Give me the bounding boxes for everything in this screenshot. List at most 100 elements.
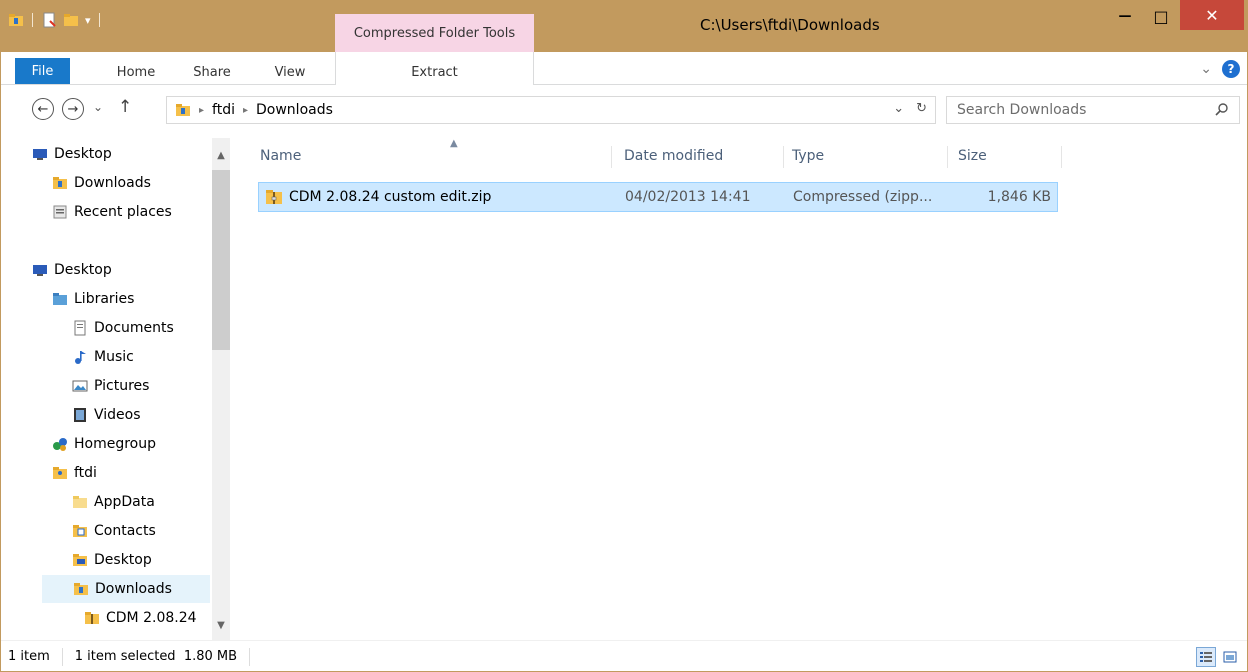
address-controls: ⌄ ↻ xyxy=(893,101,927,116)
libraries-icon xyxy=(53,293,67,305)
sidebar-item-music[interactable]: Music xyxy=(72,343,134,371)
details-view-icon xyxy=(1200,652,1212,662)
sidebar-item-contacts[interactable]: Contacts xyxy=(72,517,156,545)
column-divider[interactable] xyxy=(611,146,612,168)
refresh-icon[interactable]: ↻ xyxy=(916,101,927,116)
column-header-label: Size xyxy=(958,148,987,164)
sidebar-item-cdm-2-08-24[interactable]: CDM 2.08.24 xyxy=(84,604,197,632)
pictures-icon xyxy=(72,380,88,392)
downloads-folder-icon xyxy=(74,583,88,595)
scroll-thumb[interactable] xyxy=(212,170,230,350)
sidebar-item-desktop[interactable]: Desktop xyxy=(32,256,112,284)
column-header-size[interactable]: Size xyxy=(958,138,1062,174)
breadcrumb-separator[interactable]: ▸ xyxy=(243,105,248,116)
sidebar-item-label: ftdi xyxy=(74,465,97,481)
sidebar-item-videos[interactable]: Videos xyxy=(72,401,141,429)
downloads-folder-icon xyxy=(53,177,67,189)
breadcrumb-downloads[interactable]: Downloads xyxy=(256,102,333,118)
breadcrumb-ftdi[interactable]: ftdi xyxy=(212,102,235,118)
videos-icon xyxy=(74,408,86,422)
sidebar-item-homegroup[interactable]: Homegroup xyxy=(52,430,156,458)
address-bar[interactable]: ▸ ftdi ▸ Downloads ⌄ ↻ xyxy=(166,96,936,124)
tab-file[interactable]: File xyxy=(15,58,70,84)
column-header-date-modified[interactable]: Date modified xyxy=(624,138,784,174)
column-divider[interactable] xyxy=(947,146,948,168)
status-divider xyxy=(61,647,63,666)
close-icon: ✕ xyxy=(1205,5,1219,25)
column-header-label: Date modified xyxy=(624,148,724,164)
maximize-button[interactable]: □ xyxy=(1144,0,1178,32)
sidebar-item-downloads[interactable]: Downloads xyxy=(52,169,151,197)
sidebar-item-label: Videos xyxy=(94,407,141,423)
navigation-bar: ← → ⌄ ↑ ▸ ftdi ▸ Downloads ⌄ ↻ Search Do… xyxy=(0,86,1248,136)
zip-file-icon xyxy=(266,190,282,204)
sidebar-item-ftdi[interactable]: ftdi xyxy=(52,459,97,487)
sidebar-item-desktop[interactable]: Desktop xyxy=(72,546,152,574)
homegroup-icon xyxy=(53,438,67,451)
properties-icon[interactable] xyxy=(41,12,57,28)
address-dropdown-icon[interactable]: ⌄ xyxy=(893,101,904,116)
new-folder-icon[interactable] xyxy=(63,12,79,28)
title-bar: ▾ Compressed Folder Tools C:\Users\ftdi\… xyxy=(0,0,1248,52)
forward-button[interactable]: → xyxy=(62,98,84,120)
sidebar-item-desktop[interactable]: Desktop xyxy=(32,140,112,168)
recent-locations-icon[interactable]: ⌄ xyxy=(93,100,103,114)
folder-icon[interactable] xyxy=(8,12,24,28)
file-name: CDM 2.08.24 custom edit.zip xyxy=(289,189,492,205)
view-switcher xyxy=(1196,647,1240,667)
tab-view[interactable]: View xyxy=(262,60,318,84)
quick-access-toolbar: ▾ xyxy=(8,8,102,32)
column-header-type[interactable]: Type xyxy=(792,138,948,174)
breadcrumb-separator[interactable]: ▸ xyxy=(199,105,204,116)
sidebar-item-label: CDM 2.08.24 xyxy=(106,610,197,626)
up-button[interactable]: ↑ xyxy=(118,97,132,117)
scroll-up-icon[interactable]: ▲ xyxy=(212,146,230,164)
contacts-folder-icon xyxy=(73,525,87,537)
sidebar-item-label: Libraries xyxy=(74,291,135,307)
column-divider[interactable] xyxy=(783,146,784,168)
details-view-button[interactable] xyxy=(1196,647,1216,667)
scroll-down-icon[interactable]: ▼ xyxy=(212,616,230,634)
search-input[interactable]: Search Downloads xyxy=(946,96,1240,124)
sidebar-item-label: Desktop xyxy=(54,146,112,162)
minimize-button[interactable]: — xyxy=(1110,0,1140,32)
zip-folder-icon xyxy=(85,612,99,624)
sidebar-item-label: Homegroup xyxy=(74,436,157,452)
column-divider[interactable] xyxy=(1061,146,1062,168)
sidebar-item-label: Downloads xyxy=(74,175,151,191)
toolbar-separator xyxy=(98,13,100,27)
status-selection: 1 item selected 1.80 MB xyxy=(74,649,238,664)
tab-share[interactable]: Share xyxy=(184,60,240,84)
close-button[interactable]: ✕ xyxy=(1180,0,1244,30)
help-icon[interactable]: ? xyxy=(1222,60,1240,78)
sidebar-item-label: Downloads xyxy=(95,581,172,597)
file-row[interactable]: CDM 2.08.24 custom edit.zip 04/02/2013 1… xyxy=(258,182,1058,212)
sidebar-item-label: Desktop xyxy=(54,262,112,278)
search-icon[interactable] xyxy=(1215,102,1229,116)
sidebar-item-libraries[interactable]: Libraries xyxy=(52,285,134,313)
status-divider xyxy=(249,647,251,666)
expand-ribbon-icon[interactable]: ⌄ xyxy=(1200,61,1212,77)
sidebar-item-pictures[interactable]: Pictures xyxy=(72,372,149,400)
customize-toolbar-icon[interactable]: ▾ xyxy=(85,14,91,27)
file-name-cell: CDM 2.08.24 custom edit.zip xyxy=(265,183,491,211)
status-item-count: 1 item xyxy=(8,649,50,664)
tab-extract[interactable]: Extract xyxy=(335,60,534,84)
maximize-icon: □ xyxy=(1153,6,1169,26)
large-icons-view-button[interactable] xyxy=(1220,647,1240,667)
column-header-label: Name xyxy=(260,148,302,164)
downloads-folder-icon xyxy=(176,104,190,116)
sidebar-item-label: Contacts xyxy=(94,523,156,539)
recent-places-icon xyxy=(53,205,67,219)
folder-icon xyxy=(73,496,87,508)
file-date: 04/02/2013 14:41 xyxy=(625,189,751,205)
sidebar-item-downloads[interactable]: Downloads xyxy=(42,575,210,603)
sidebar-item-documents[interactable]: Documents xyxy=(72,314,174,342)
tab-home[interactable]: Home xyxy=(108,60,164,84)
sidebar-item-recent-places[interactable]: Recent places xyxy=(52,198,172,226)
sidebar-item-label: Desktop xyxy=(94,552,152,568)
navigation-pane: Desktop Downloads Recent places Desktop Libr… xyxy=(0,138,230,640)
back-button[interactable]: ← xyxy=(32,98,54,120)
column-header-name[interactable]: Name ▲ xyxy=(260,138,612,174)
sidebar-item-appdata[interactable]: AppData xyxy=(72,488,155,516)
